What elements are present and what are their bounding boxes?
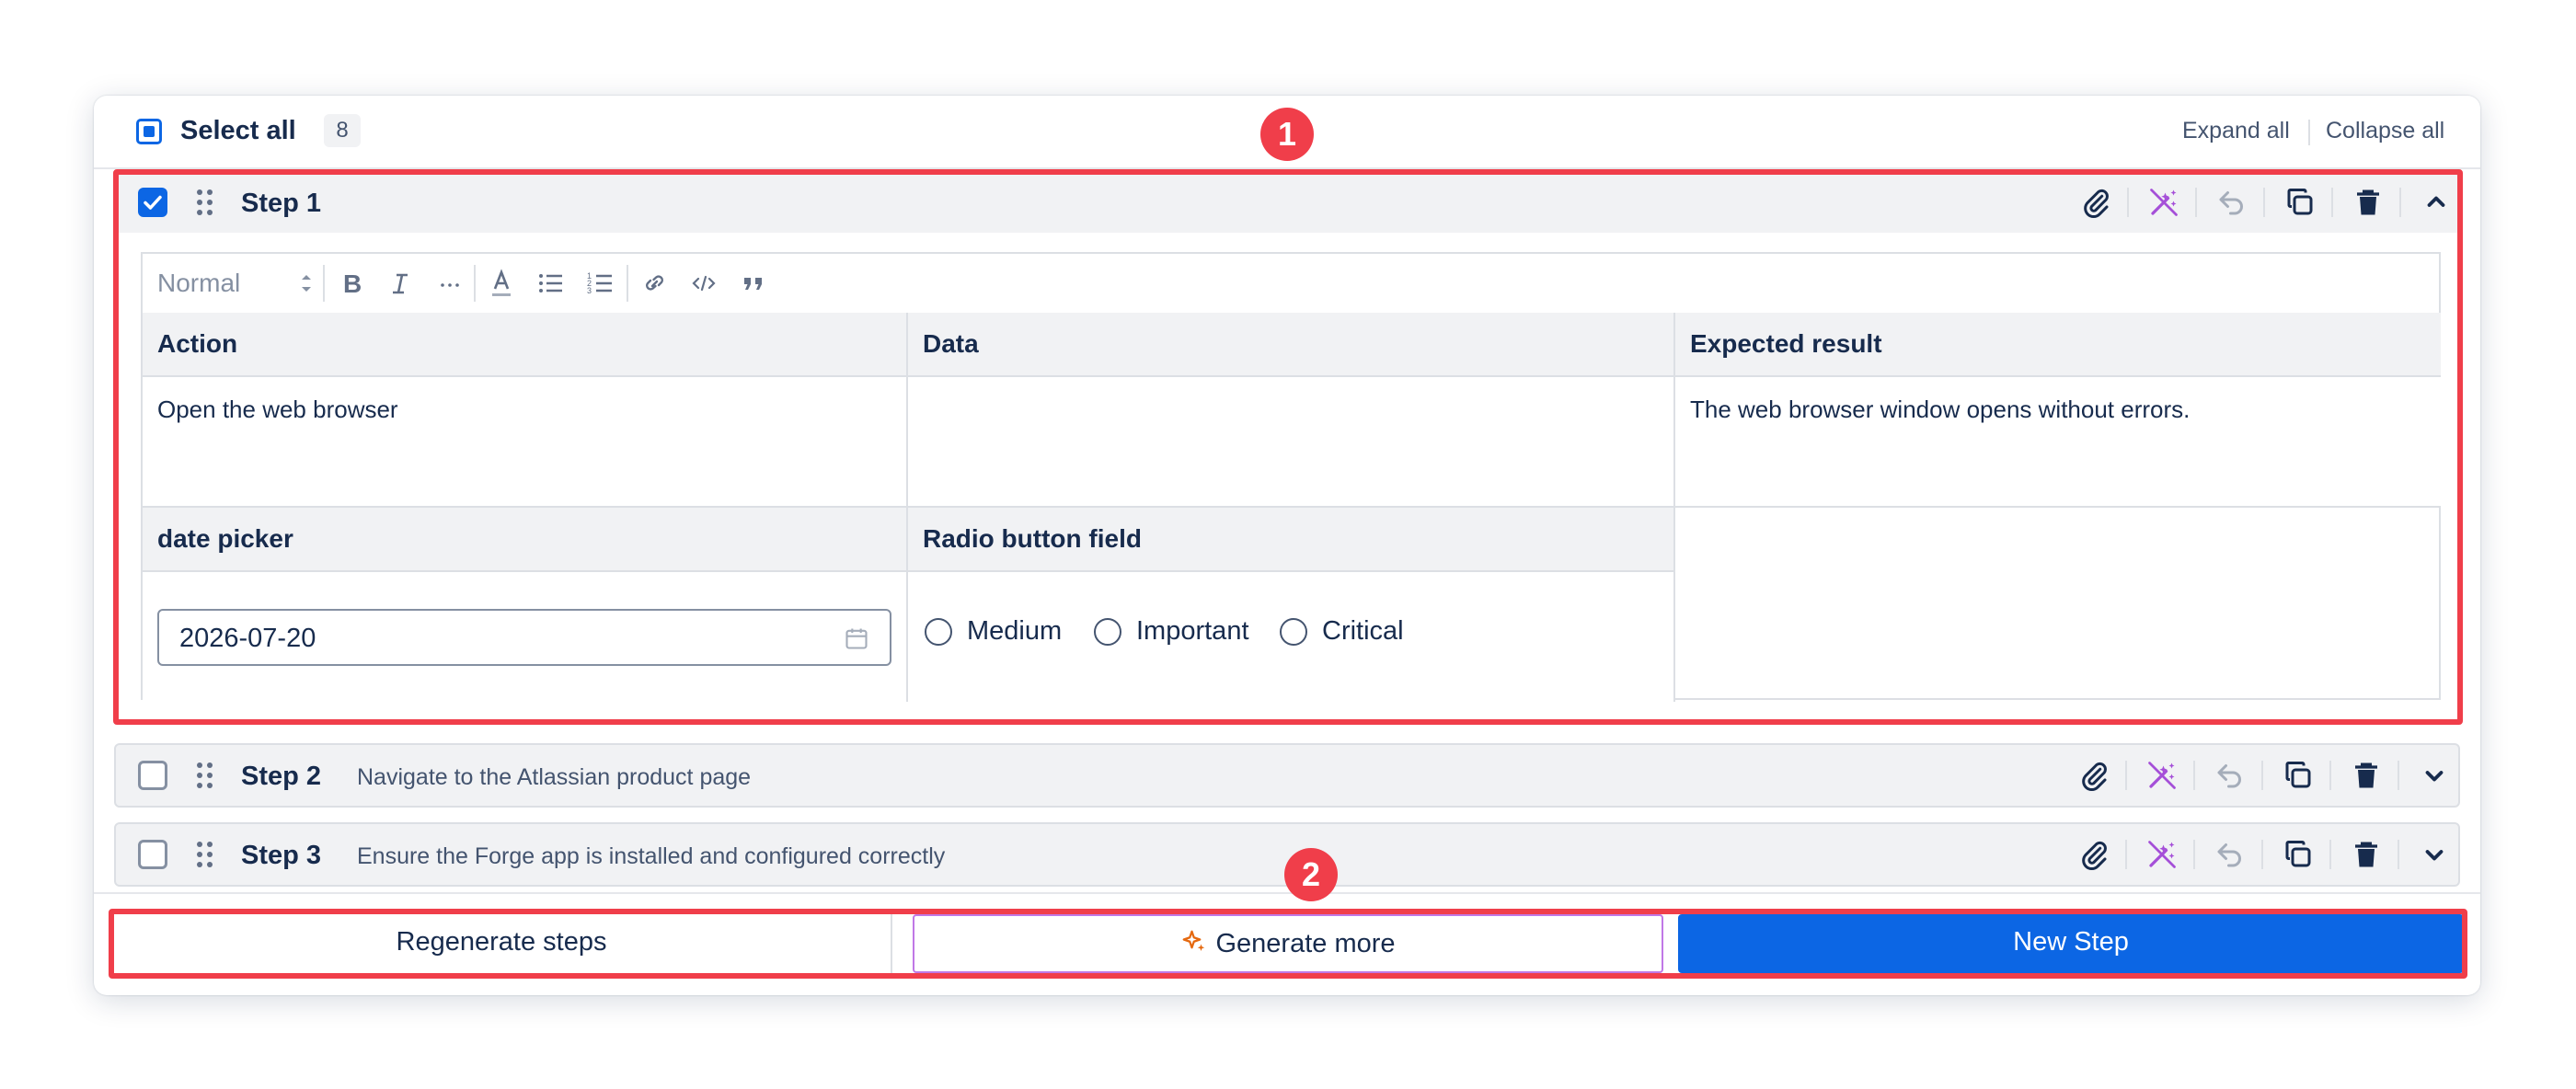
step-2[interactable]: Step 2 Navigate to the Atlassian product… <box>114 743 2460 808</box>
step-description: Ensure the Forge app is installed and co… <box>357 843 946 869</box>
chevron-down-icon[interactable] <box>2418 838 2451 871</box>
select-all-checkbox[interactable] <box>136 119 162 144</box>
undo-icon[interactable] <box>2214 838 2247 871</box>
collapse-all-button[interactable]: Collapse all <box>2326 118 2444 144</box>
undo-icon[interactable] <box>2214 759 2247 792</box>
ai-magic-wand-icon[interactable] <box>2145 759 2179 792</box>
step-2-checkbox[interactable] <box>138 761 167 790</box>
duplicate-icon[interactable] <box>2282 759 2315 792</box>
step-count-badge: 8 <box>324 114 361 147</box>
annotation-box-2 <box>109 909 2467 979</box>
footer-divider <box>94 892 2480 894</box>
expand-all-button[interactable]: Expand all <box>2182 118 2290 144</box>
annotation-badge-2: 2 <box>1284 848 1338 901</box>
step-title: Step 2 <box>241 762 322 791</box>
trash-icon[interactable] <box>2350 759 2383 792</box>
annotation-badge-1: 1 <box>1260 108 1314 161</box>
step-3-checkbox[interactable] <box>138 840 167 869</box>
chevron-down-icon[interactable] <box>2418 759 2451 792</box>
attachment-icon[interactable] <box>2077 759 2110 792</box>
step-title: Step 3 <box>241 841 322 870</box>
drag-handle-icon[interactable] <box>197 762 213 788</box>
test-steps-card: Select all 8 Expand all Collapse all Ste… <box>94 96 2480 995</box>
trash-icon[interactable] <box>2350 838 2383 871</box>
select-all-label[interactable]: Select all <box>180 116 296 146</box>
header-divider <box>2308 120 2310 145</box>
annotation-box-1 <box>113 169 2463 725</box>
ai-magic-wand-icon[interactable] <box>2145 838 2179 871</box>
step-description: Navigate to the Atlassian product page <box>357 764 752 790</box>
drag-handle-icon[interactable] <box>197 842 213 867</box>
duplicate-icon[interactable] <box>2282 838 2315 871</box>
attachment-icon[interactable] <box>2077 838 2110 871</box>
